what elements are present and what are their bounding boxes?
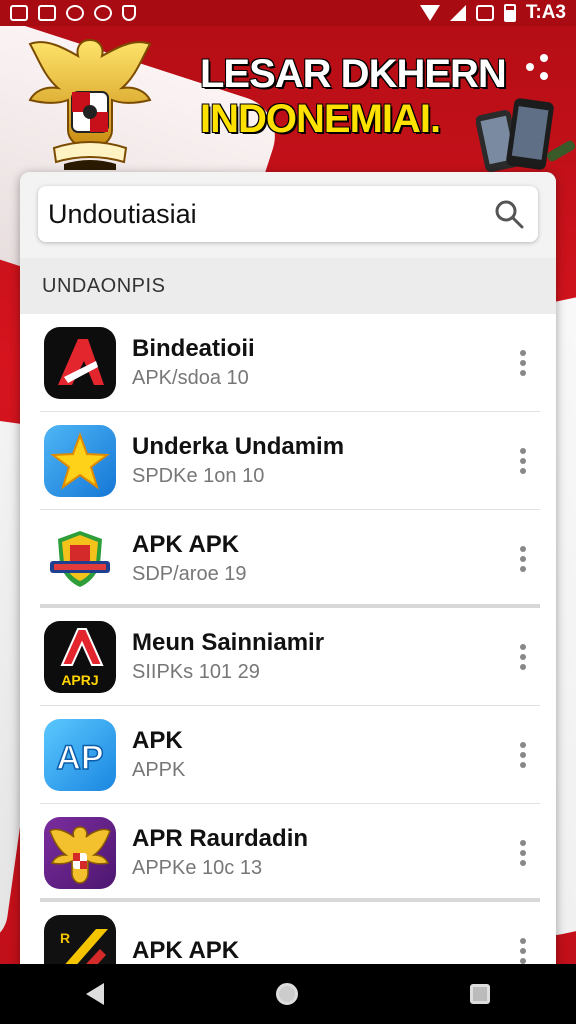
banner-title-line1: LESAR DKHERN [200,52,507,96]
list-item[interactable]: Underka Undamim SPDKe 1on 10 [20,412,556,510]
no-sim-icon [475,5,494,21]
app-icon-text: APRJ [61,672,98,688]
app-name: APK APK [132,531,240,558]
app-icon-text: R [60,930,70,946]
gallery-icon [10,5,28,21]
list-item[interactable]: AP APK APPK [20,706,556,804]
app-name: Meun Sainniamir [132,629,325,656]
back-icon[interactable] [86,983,104,1005]
search-icon[interactable] [494,199,524,229]
garuda-emblem-icon [28,38,152,170]
more-options-icon[interactable] [508,637,538,677]
search-input-value: Undoutiasiai [48,198,197,229]
shield-icon [122,5,136,21]
wifi-icon [419,5,440,21]
app-name: APK [132,727,183,754]
app-name: APK APK [132,937,240,964]
app-subtitle: APPK [132,759,186,781]
star-icon [44,425,116,497]
shield-badge-icon [44,523,116,595]
app-subtitle: SIIPKs 101 29 [132,661,260,683]
image-icon [38,5,56,21]
more-options-icon[interactable] [508,343,538,383]
red-a-logo-icon [44,327,116,399]
more-options-icon[interactable] [508,833,538,873]
garuda-icon [44,817,116,889]
list-item[interactable]: APRJ Meun Sainniamir SIIPKs 101 29 [20,608,556,706]
status-bar: T:A3 [0,0,576,26]
more-options-icon[interactable] [508,539,538,579]
share-icon[interactable] [522,52,552,82]
app-subtitle: APPKe 10c 13 [132,857,263,879]
list-item[interactable]: APK APK SDP/aroe 19 [20,510,556,608]
more-options-icon[interactable] [508,735,538,775]
chat-icon [94,5,112,21]
phones-illustration-icon [476,98,576,172]
banner-title: LESAR DKHERN INDONEMIAI. [200,52,520,142]
app-subtitle: APK/sdoa 10 [132,367,249,389]
signal-icon [449,5,466,21]
app-name: Underka Undamim [132,433,345,460]
red-a-apk-icon: APRJ [44,621,116,693]
status-time: T:A3 [525,2,566,23]
battery-icon [503,4,516,22]
app-name: Bindeatioii [132,335,255,362]
navigation-bar [0,964,576,1024]
home-icon[interactable] [276,983,298,1005]
app-list-card: Undoutiasiai UNDAONPIS Bindeatioii APK/s… [20,172,556,972]
list-item[interactable]: APR Raurdadin APPKe 10c 13 [20,804,556,902]
banner-title-line2: INDONEMIAI. [200,97,441,141]
search-input[interactable]: Undoutiasiai [38,186,538,242]
app-subtitle: SPDKe 1on 10 [132,465,265,487]
app-list: Bindeatioii APK/sdoa 10 Underka Undamim … [20,314,556,972]
app-subtitle: SDP/aroe 19 [132,563,247,585]
list-item[interactable]: R APK APK [20,902,556,972]
more-options-icon[interactable] [508,441,538,481]
app-name: APR Raurdadin [132,825,309,852]
section-header: UNDAONPIS [20,258,556,314]
blue-apk-icon: AP [44,719,116,791]
clock-icon [66,5,84,21]
app-icon-text: AP [56,739,103,777]
search-area: Undoutiasiai [20,172,556,258]
list-item[interactable]: Bindeatioii APK/sdoa 10 [20,314,556,412]
recents-icon[interactable] [470,984,490,1004]
